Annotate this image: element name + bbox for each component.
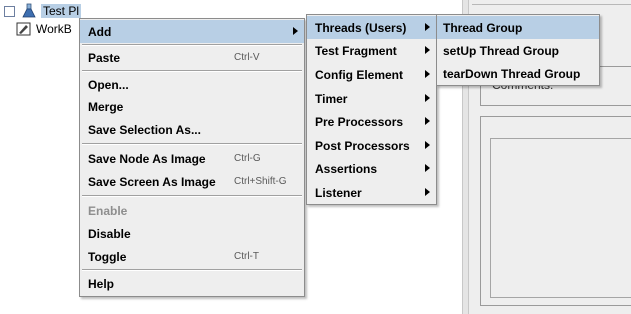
menu-item-label: tearDown Thread Group — [443, 66, 581, 81]
menu-item-label: Paste — [88, 50, 121, 65]
shortcut-label: Ctrl+Shift-G — [234, 176, 287, 187]
add-submenu: Threads (Users) Test Fragment Config Ele… — [306, 14, 437, 205]
menu-separator — [82, 143, 302, 145]
menu-item-label: Post Processors — [315, 138, 410, 153]
menu-item-label: Disable — [88, 226, 131, 241]
menu-item-paste[interactable]: Paste Ctrl-V — [80, 46, 304, 69]
menu-separator — [82, 70, 302, 72]
menu-item-label: Assertions — [315, 161, 378, 176]
test-plan-flask-icon — [21, 3, 37, 19]
submenu-arrow-icon — [425, 23, 430, 31]
menu-item-label: Toggle — [88, 249, 127, 264]
settings-inner-box — [490, 138, 631, 298]
submenu-arrow-icon — [425, 70, 430, 78]
menu-item-label: Pre Processors — [315, 114, 404, 129]
menu-item-label: Save Screen As Image — [88, 174, 216, 189]
tree-node-workbench[interactable]: WorkB — [4, 20, 72, 38]
submenu-arrow-icon — [425, 117, 430, 125]
submenu-item-test-fragment[interactable]: Test Fragment — [307, 39, 436, 62]
submenu-item-assertions[interactable]: Assertions — [307, 157, 436, 180]
menu-item-help[interactable]: Help — [80, 272, 304, 295]
submenu-arrow-icon — [425, 46, 430, 54]
menu-separator — [82, 269, 302, 271]
menu-item-open[interactable]: Open... — [80, 73, 304, 96]
menu-item-label: Save Selection As... — [88, 122, 201, 137]
threads-submenu: Thread Group setUp Thread Group tearDown… — [436, 14, 600, 86]
menu-item-label: Listener — [315, 185, 362, 200]
tree-node-test-plan[interactable]: Test Pl — [4, 2, 82, 20]
menu-item-label: Help — [88, 276, 115, 291]
menu-item-label: Save Node As Image — [88, 151, 206, 166]
submenu-item-teardown-thread-group[interactable]: tearDown Thread Group — [437, 62, 599, 85]
menu-item-toggle[interactable]: Toggle Ctrl-T — [80, 245, 304, 268]
submenu-item-thread-group[interactable]: Thread Group — [437, 16, 599, 39]
submenu-arrow-icon — [425, 188, 430, 196]
workbench-icon — [16, 21, 32, 37]
right-panel-top-border — [472, 0, 631, 5]
submenu-arrow-icon — [425, 94, 430, 102]
menu-item-merge[interactable]: Merge — [80, 95, 304, 118]
menu-item-label: Test Fragment — [315, 43, 397, 58]
menu-item-label: setUp Thread Group — [443, 43, 560, 58]
menu-item-save-selection-as[interactable]: Save Selection As... — [80, 118, 304, 141]
menu-item-enable: Enable — [80, 199, 304, 222]
submenu-arrow-icon — [425, 141, 430, 149]
menu-item-label: Threads (Users) — [315, 20, 407, 35]
tree-node-label[interactable]: WorkB — [36, 22, 72, 36]
menu-item-label: Enable — [88, 203, 128, 218]
menu-item-label: Merge — [88, 99, 124, 114]
menu-item-add[interactable]: Add — [80, 20, 304, 43]
submenu-item-pre-processors[interactable]: Pre Processors — [307, 110, 436, 133]
submenu-item-post-processors[interactable]: Post Processors — [307, 134, 436, 157]
submenu-item-timer[interactable]: Timer — [307, 87, 436, 110]
tree-node-label[interactable]: Test Pl — [41, 4, 82, 18]
submenu-item-threads-users[interactable]: Threads (Users) — [307, 16, 436, 39]
menu-item-label: Thread Group — [443, 20, 523, 35]
submenu-arrow-icon — [293, 27, 298, 35]
menu-item-label: Timer — [315, 91, 348, 106]
menu-item-save-screen-as-image[interactable]: Save Screen As Image Ctrl+Shift-G — [80, 170, 304, 193]
menu-item-disable[interactable]: Disable — [80, 222, 304, 245]
submenu-item-setup-thread-group[interactable]: setUp Thread Group — [437, 39, 599, 62]
menu-item-label: Config Element — [315, 67, 404, 82]
shortcut-label: Ctrl-T — [234, 251, 259, 262]
shortcut-label: Ctrl-V — [234, 52, 260, 63]
context-menu: Add Paste Ctrl-V Open... Merge Save Sele… — [79, 18, 305, 297]
submenu-item-config-element[interactable]: Config Element — [307, 63, 436, 86]
menu-item-label: Open... — [88, 77, 129, 92]
submenu-arrow-icon — [425, 164, 430, 172]
tree-expand-handle[interactable] — [4, 5, 15, 17]
menu-item-save-node-as-image[interactable]: Save Node As Image Ctrl-G — [80, 147, 304, 170]
submenu-item-listener[interactable]: Listener — [307, 181, 436, 204]
menu-item-label: Add — [88, 24, 112, 39]
shortcut-label: Ctrl-G — [234, 153, 261, 164]
menu-separator — [82, 195, 302, 197]
